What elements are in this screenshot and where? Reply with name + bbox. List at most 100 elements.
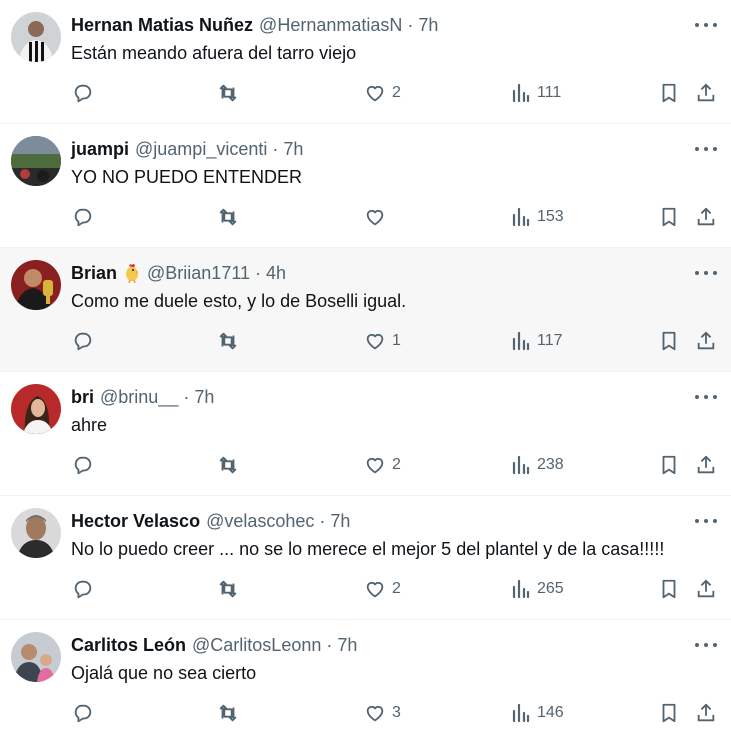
reply-post[interactable]: Hernan Matias Nuñez @HernanmatiasN · 7h …	[0, 0, 731, 124]
share-button[interactable]	[695, 328, 717, 354]
share-icon	[697, 207, 715, 226]
reply-post[interactable]: juampi @juampi_vicenti · 7h YO NO PUEDO …	[0, 124, 731, 248]
more-options-icon[interactable]	[695, 142, 717, 156]
repost-button[interactable]	[217, 204, 239, 230]
display-name[interactable]: juampi	[71, 137, 129, 161]
bookmark-button[interactable]	[658, 576, 680, 602]
share-button[interactable]	[695, 700, 717, 726]
views-button[interactable]: 238	[511, 452, 564, 478]
repost-button[interactable]	[217, 328, 239, 354]
share-icon	[697, 703, 715, 722]
display-name[interactable]: Brian	[71, 261, 117, 285]
heart-icon	[366, 705, 384, 722]
reply-post[interactable]: Brian @Briian1711 · 4h Como me duele est…	[0, 248, 731, 372]
post-header: Hernan Matias Nuñez @HernanmatiasN · 7h	[71, 13, 438, 37]
action-bar: 2 238	[0, 452, 731, 478]
user-handle[interactable]: @juampi_vicenti	[135, 137, 267, 161]
timestamp[interactable]: 7h	[418, 13, 438, 37]
display-name[interactable]: Hernan Matias Nuñez	[71, 13, 253, 37]
share-icon	[697, 455, 715, 474]
display-name[interactable]: bri	[71, 385, 94, 409]
more-options-icon[interactable]	[695, 18, 717, 32]
avatar[interactable]	[11, 508, 61, 558]
avatar[interactable]	[11, 260, 61, 310]
repost-icon	[219, 580, 237, 598]
repost-icon	[219, 704, 237, 722]
action-bar: 153	[0, 204, 731, 230]
views-button[interactable]: 146	[511, 700, 564, 726]
share-button[interactable]	[695, 204, 717, 230]
more-options-icon[interactable]	[695, 266, 717, 280]
timestamp[interactable]: 7h	[283, 137, 303, 161]
heart-icon	[366, 333, 384, 350]
share-button[interactable]	[695, 80, 717, 106]
timestamp[interactable]: 4h	[266, 261, 286, 285]
heart-icon	[366, 581, 384, 598]
timestamp[interactable]: 7h	[330, 509, 350, 533]
views-icon	[512, 207, 530, 227]
reply-button[interactable]	[72, 700, 94, 726]
reply-button[interactable]	[72, 452, 94, 478]
more-options-icon[interactable]	[695, 390, 717, 404]
share-button[interactable]	[695, 576, 717, 602]
like-button[interactable]: 2	[364, 452, 401, 478]
timestamp[interactable]: 7h	[194, 385, 214, 409]
views-icon	[512, 455, 530, 475]
reply-button[interactable]	[72, 328, 94, 354]
more-options-icon[interactable]	[695, 514, 717, 528]
like-button[interactable]: 3	[364, 700, 401, 726]
repost-button[interactable]	[217, 576, 239, 602]
reply-icon	[74, 332, 92, 351]
reply-post[interactable]: bri @brinu__ · 7h ahre 2 238	[0, 372, 731, 496]
views-button[interactable]: 111	[511, 80, 561, 106]
view-count: 146	[537, 704, 564, 721]
bookmark-button[interactable]	[658, 328, 680, 354]
views-button[interactable]: 117	[511, 328, 563, 354]
separator-dot: ·	[407, 15, 414, 35]
view-count: 265	[537, 580, 564, 597]
reply-post[interactable]: Carlitos León @CarlitosLeonn · 7h Ojalá …	[0, 620, 731, 733]
reply-button[interactable]	[72, 576, 94, 602]
bookmark-button[interactable]	[658, 80, 680, 106]
like-count: 2	[392, 580, 401, 597]
timestamp[interactable]: 7h	[337, 633, 357, 657]
more-options-icon[interactable]	[695, 638, 717, 652]
bookmark-icon	[662, 331, 676, 351]
bookmark-icon	[662, 455, 676, 475]
avatar[interactable]	[11, 136, 61, 186]
avatar[interactable]	[11, 12, 61, 62]
avatar[interactable]	[11, 384, 61, 434]
views-icon	[512, 579, 530, 599]
user-handle[interactable]: @CarlitosLeonn	[192, 633, 321, 657]
bookmark-button[interactable]	[658, 452, 680, 478]
bookmark-icon	[662, 703, 676, 723]
reply-button[interactable]	[72, 204, 94, 230]
user-handle[interactable]: @brinu__	[100, 385, 178, 409]
separator-dot: ·	[272, 139, 279, 159]
avatar[interactable]	[11, 632, 61, 682]
user-handle[interactable]: @HernanmatiasN	[259, 13, 402, 37]
bookmark-button[interactable]	[658, 204, 680, 230]
user-handle[interactable]: @Briian1711	[147, 261, 250, 285]
share-button[interactable]	[695, 452, 717, 478]
views-button[interactable]: 153	[511, 204, 564, 230]
reply-post[interactable]: Hector Velasco @velascohec · 7h No lo pu…	[0, 496, 731, 620]
bookmark-button[interactable]	[658, 700, 680, 726]
share-icon	[697, 579, 715, 598]
action-bar: 1 117	[0, 328, 731, 354]
like-button[interactable]	[364, 204, 392, 230]
like-button[interactable]: 1	[364, 328, 401, 354]
display-name[interactable]: Carlitos León	[71, 633, 186, 657]
repost-button[interactable]	[217, 80, 239, 106]
like-count: 3	[392, 704, 401, 721]
like-button[interactable]: 2	[364, 576, 401, 602]
reply-button[interactable]	[72, 80, 94, 106]
like-button[interactable]: 2	[364, 80, 401, 106]
repost-button[interactable]	[217, 452, 239, 478]
bookmark-icon	[662, 83, 676, 103]
user-handle[interactable]: @velascohec	[206, 509, 314, 533]
display-name[interactable]: Hector Velasco	[71, 509, 200, 533]
repost-button[interactable]	[217, 700, 239, 726]
bookmark-icon	[662, 207, 676, 227]
views-button[interactable]: 265	[511, 576, 564, 602]
